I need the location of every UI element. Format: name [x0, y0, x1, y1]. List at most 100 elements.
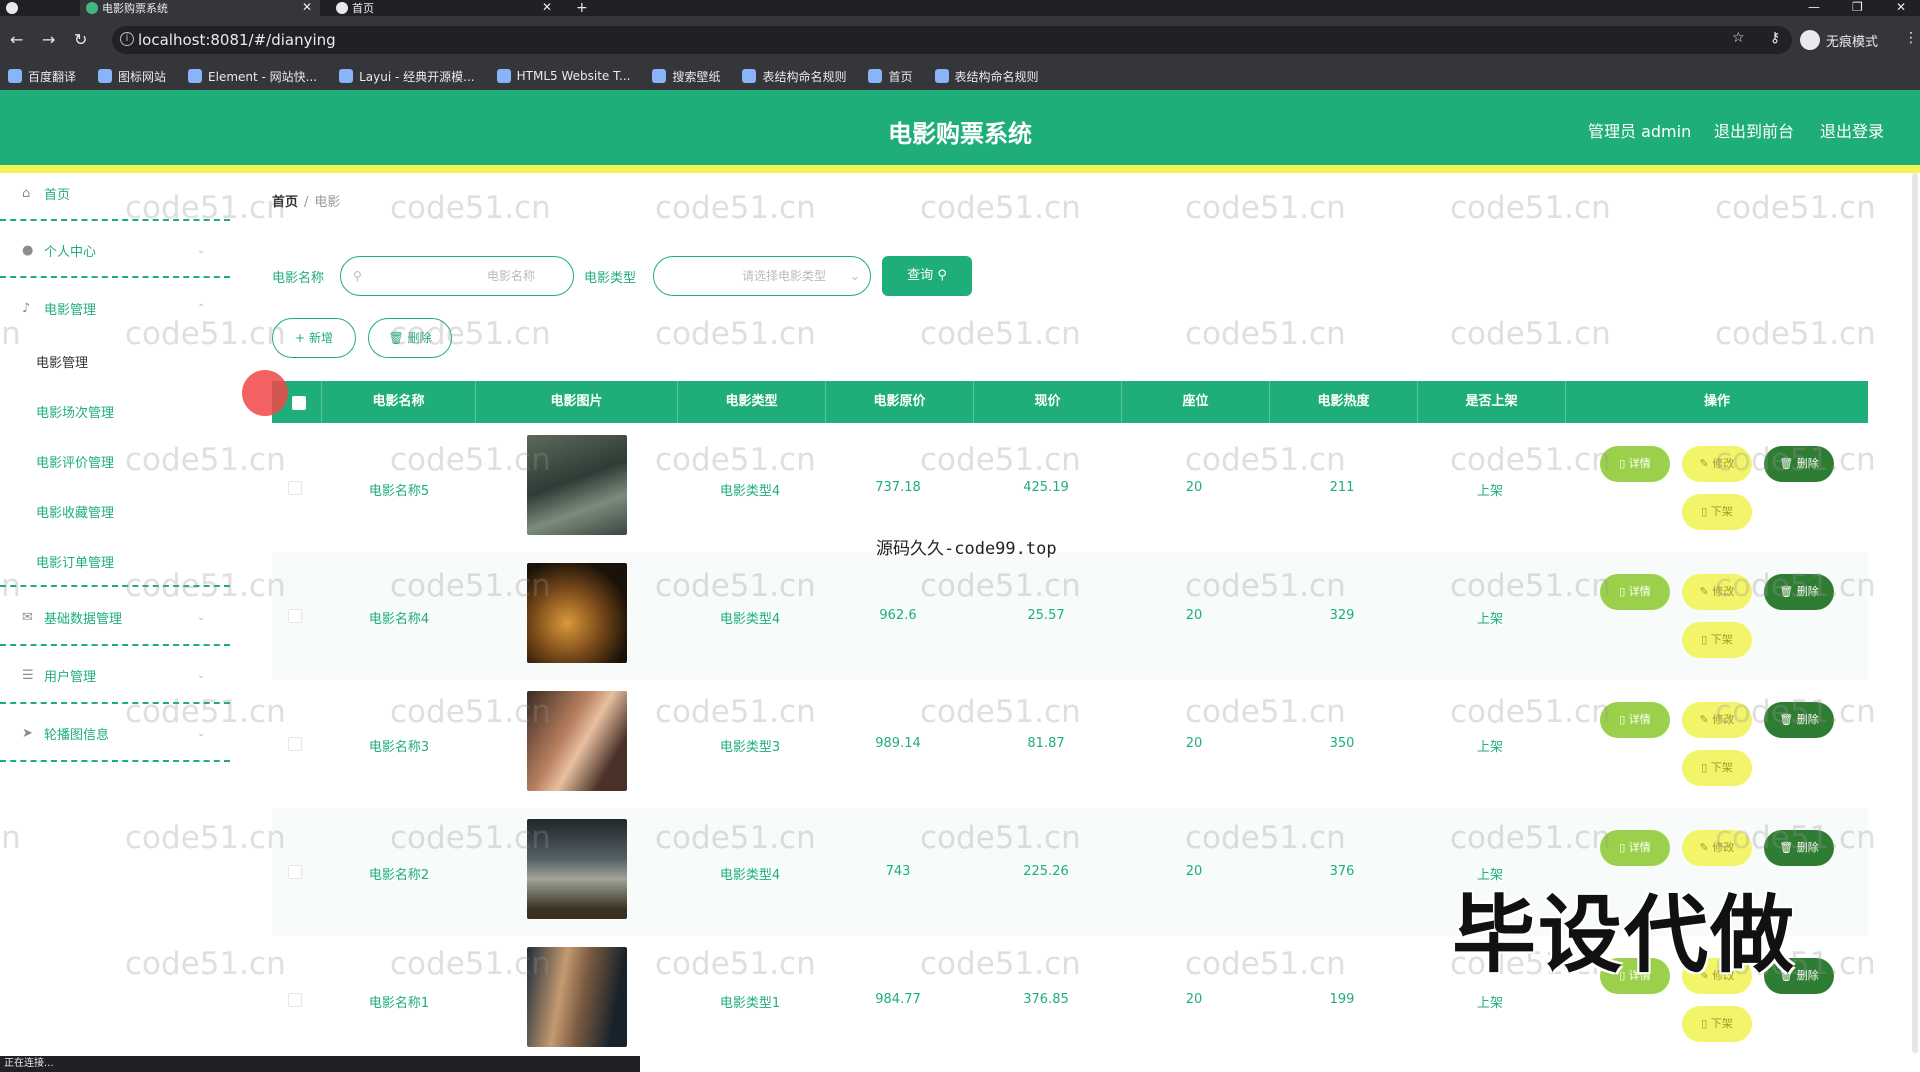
movie-type-label: 电影类型 [584, 271, 637, 286]
doc-icon: ▯ [1619, 457, 1626, 470]
trash-icon: 🗑 [1779, 457, 1794, 470]
column-header: 电影热度 [1270, 381, 1418, 423]
row-checkbox[interactable] [288, 737, 302, 751]
column-header: 现价 [974, 381, 1122, 423]
bookmark-item[interactable]: 图标网站 [98, 68, 166, 85]
detail-button[interactable]: ▯ 详情 [1600, 830, 1670, 866]
watermark-text: code51.cn [655, 316, 816, 352]
sidebar-sub-order[interactable]: 电影订单管理 [36, 552, 114, 571]
tab-home[interactable]: 首页 ✕ [330, 0, 560, 16]
bookmark-item[interactable]: Layui - 经典开源模... [339, 68, 475, 85]
plus-icon: + [295, 331, 306, 345]
scrollbar[interactable] [1912, 173, 1918, 1053]
browser-status: 正在连接... [0, 1056, 640, 1072]
chevron-down-icon: ⌄ [197, 670, 206, 681]
back-to-front-link[interactable]: 退出到前台 [1714, 118, 1794, 142]
bookmark-item[interactable]: 首页 [868, 68, 913, 85]
new-tab-button[interactable]: + [570, 0, 600, 16]
sidebar-sub-session[interactable]: 电影场次管理 [36, 402, 114, 421]
original-price: 743 [885, 864, 911, 879]
address-bar[interactable]: i localhost:8081/#/dianying [112, 26, 1792, 54]
batch-delete-button[interactable]: 🗑 删除 [368, 318, 452, 358]
edit-button[interactable]: ✎ 修改 [1682, 574, 1752, 610]
watermark-text: code51.cn [390, 190, 551, 226]
query-button[interactable]: 查询 ⚲ [882, 256, 972, 296]
close-icon[interactable]: ✕ [542, 0, 552, 14]
unlist-button[interactable]: ▯ 下架 [1682, 750, 1752, 786]
sidebar-item-users[interactable]: ☰ 用户管理 ⌄ [22, 666, 205, 685]
delete-button[interactable]: 🗑 删除 [1764, 830, 1834, 866]
unlist-button[interactable]: ▯ 下架 [1682, 622, 1752, 658]
breadcrumb-home[interactable]: 首页 [272, 195, 298, 210]
movie-poster [527, 691, 627, 791]
tab-movie-system[interactable]: 电影购票系统 ✕ [80, 0, 320, 16]
bookmark-item[interactable]: 搜索壁纸 [652, 68, 720, 85]
listing-status: 上架 [1476, 484, 1503, 499]
sidebar-item-carousel[interactable]: ➤ 轮播图信息 ⌄ [22, 724, 205, 743]
detail-button[interactable]: ▯ 详情 [1600, 446, 1670, 482]
heat: 199 [1329, 992, 1355, 1007]
column-header: 电影图片 [476, 381, 678, 423]
incognito-indicator[interactable]: 无痕模式 [1800, 30, 1878, 50]
restore-icon[interactable]: ❐ [1852, 0, 1863, 14]
divider [0, 219, 230, 221]
row-checkbox[interactable] [288, 481, 302, 495]
key-icon[interactable]: ⚷ [1770, 30, 1780, 46]
seats: 20 [1185, 736, 1203, 751]
bookmark-item[interactable]: 表结构命名规则 [742, 68, 846, 85]
bookmark-star-icon[interactable]: ☆ [1732, 30, 1745, 46]
movie-name: 电影名称4 [368, 612, 430, 627]
unlist-button[interactable]: ▯ 下架 [1682, 1006, 1752, 1042]
bookmark-item[interactable]: 表结构命名规则 [934, 68, 1039, 85]
bookmark-item[interactable]: 百度翻译 [8, 68, 76, 85]
select-all-checkbox[interactable] [292, 396, 306, 410]
reload-icon[interactable]: ↻ [74, 30, 87, 49]
forward-icon[interactable]: → [42, 30, 55, 49]
menu-icon[interactable]: ⋮ [1904, 30, 1918, 46]
delete-button[interactable]: 🗑 删除 [1764, 574, 1834, 610]
sidebar-sub-review[interactable]: 电影评价管理 [36, 452, 114, 471]
edit-button[interactable]: ✎ 修改 [1682, 446, 1752, 482]
close-icon[interactable]: ✕ [302, 0, 312, 14]
delete-button[interactable]: 🗑 删除 [1764, 446, 1834, 482]
bookmark-icon [8, 69, 22, 83]
movie-poster [527, 819, 627, 919]
row-checkbox[interactable] [288, 609, 302, 623]
listing-status: 上架 [1476, 996, 1503, 1011]
sidebar-item-basic-data[interactable]: ✉ 基础数据管理 ⌄ [22, 608, 205, 627]
detail-button[interactable]: ▯ 详情 [1600, 574, 1670, 610]
unlist-button[interactable]: ▯ 下架 [1682, 494, 1752, 530]
sidebar-item-personal[interactable]: ● 个人中心 ⌄ [22, 241, 205, 260]
movie-type-select[interactable]: 请选择电影类型 ⌄ [653, 256, 871, 296]
row-checkbox[interactable] [288, 993, 302, 1007]
trash-icon: 🗑 [1779, 841, 1794, 854]
movie-name-input[interactable]: ⚲ 电影名称 [340, 256, 574, 296]
logout-link[interactable]: 退出登录 [1820, 118, 1884, 142]
current-price: 225.26 [1023, 864, 1069, 879]
detail-button[interactable]: ▯ 详情 [1600, 702, 1670, 738]
movie-type-placeholder: 请选择电影类型 [742, 269, 827, 283]
search-icon: ⚲ [353, 269, 362, 283]
add-button[interactable]: + 新增 [272, 318, 356, 358]
minimize-icon[interactable]: — [1808, 0, 1820, 14]
bookmark-item[interactable]: HTML5 Website T... [496, 69, 630, 83]
sidebar-sub-movie[interactable]: 电影管理 [36, 352, 88, 371]
movie-name-label: 电影名称 [272, 271, 325, 286]
back-icon[interactable]: ← [10, 30, 23, 49]
edit-button[interactable]: ✎ 修改 [1682, 702, 1752, 738]
movie-type: 电影类型4 [719, 612, 781, 627]
info-icon: i [120, 32, 134, 46]
window-close-icon[interactable]: ✕ [1896, 0, 1906, 14]
sidebar-item-movie-mgmt[interactable]: ♪ 电影管理 ⌃ [22, 299, 205, 318]
column-header: 操作 [1703, 394, 1730, 409]
delete-button[interactable]: 🗑 删除 [1764, 702, 1834, 738]
sidebar-item-home[interactable]: ⌂ 首页 [22, 184, 70, 203]
original-price: 984.77 [875, 992, 921, 1007]
sidebar-sub-favorite[interactable]: 电影收藏管理 [36, 502, 114, 521]
edit-button[interactable]: ✎ 修改 [1682, 830, 1752, 866]
bookmark-icon [496, 69, 511, 83]
heat: 211 [1329, 480, 1355, 495]
row-checkbox[interactable] [288, 865, 302, 879]
edit-icon: ✎ [1699, 713, 1709, 726]
bookmark-item[interactable]: Element - 网站快... [188, 68, 317, 85]
